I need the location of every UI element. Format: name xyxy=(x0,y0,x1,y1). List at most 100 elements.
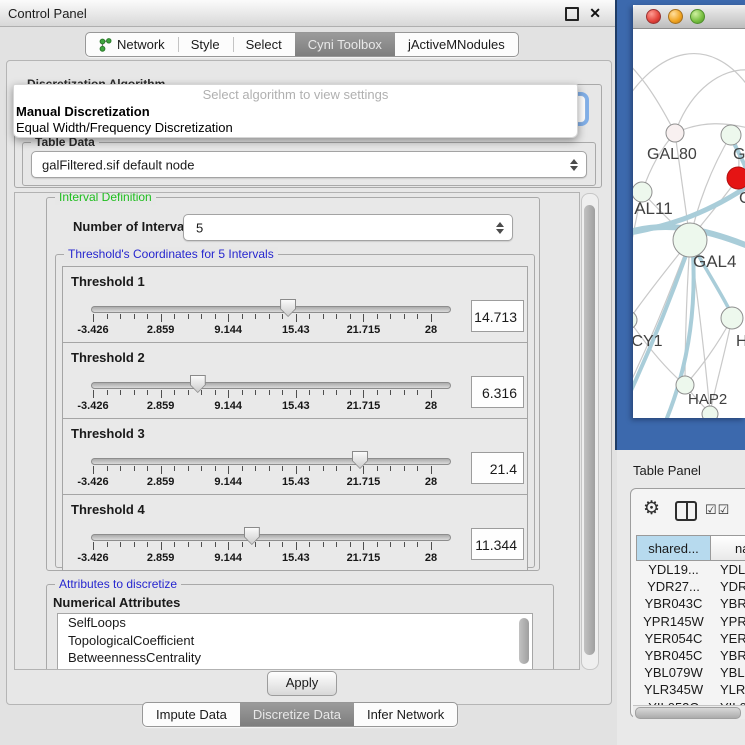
threshold-slider[interactable]: -3.4262.8599.14415.4321.71528 xyxy=(91,527,451,569)
table-row[interactable]: YLR345WYLR3 xyxy=(636,681,745,698)
cell-name[interactable]: YBL0 xyxy=(711,665,745,680)
tab-label: Discretize Data xyxy=(253,707,341,722)
control-panel-titlebar: Control Panel ✕ xyxy=(0,0,617,27)
minimize-traffic-light-icon[interactable] xyxy=(668,9,683,24)
cell-shared-name[interactable]: YBR043C xyxy=(636,596,711,611)
dropdown-option-equal-width[interactable]: Equal Width/Frequency Discretization xyxy=(16,120,575,135)
slider-handle[interactable] xyxy=(352,451,368,469)
slider-tick xyxy=(161,542,162,550)
cell-shared-name[interactable]: YDR27... xyxy=(636,579,711,594)
cell-shared-name[interactable]: YLR345W xyxy=(636,682,711,697)
attribute-item[interactable]: TopologicalCoefficient xyxy=(58,632,532,650)
tab-infer-network[interactable]: Infer Network xyxy=(354,703,457,726)
slider-tick xyxy=(134,542,135,547)
tab-select[interactable]: Select xyxy=(233,33,295,56)
slider-tick xyxy=(255,390,256,395)
table-row[interactable]: YDR27...YDR2 xyxy=(636,578,745,595)
tab-discretize-data[interactable]: Discretize Data xyxy=(240,703,354,726)
tab-cyni-toolbox[interactable]: Cyni Toolbox xyxy=(295,33,395,56)
number-of-intervals-combobox[interactable]: 5 xyxy=(183,214,513,241)
slider-axis-label: 2.859 xyxy=(147,552,175,564)
network-node[interactable] xyxy=(721,307,743,329)
settings-scrollbar[interactable] xyxy=(581,193,599,670)
network-node[interactable] xyxy=(721,125,741,145)
tab-style[interactable]: Style xyxy=(178,33,233,56)
cell-name[interactable]: YPR1 xyxy=(711,614,745,629)
tab-impute-data[interactable]: Impute Data xyxy=(143,703,240,726)
cell-name[interactable]: YER0 xyxy=(711,631,745,646)
attribute-item[interactable]: BetweennessCentrality xyxy=(58,649,532,667)
table-row[interactable]: YPR145WYPR1 xyxy=(636,613,745,630)
cell-shared-name[interactable]: YBR045C xyxy=(636,648,711,663)
network-edge[interactable] xyxy=(633,60,675,133)
threshold-slider[interactable]: -3.4262.8599.14415.4321.71528 xyxy=(91,375,451,417)
gear-icon[interactable]: ⚙ xyxy=(643,497,660,520)
tab-label: Infer Network xyxy=(367,707,444,722)
slider-tick xyxy=(309,542,310,547)
table-row[interactable]: YBR043CYBR0 xyxy=(636,595,745,612)
threshold-row: Threshold 3-3.4262.8599.14415.4321.71528… xyxy=(62,418,528,495)
tab-network[interactable]: Network xyxy=(86,33,178,56)
attributes-group: Attributes to discretize Numerical Attri… xyxy=(46,584,554,670)
columns-icon[interactable] xyxy=(675,501,697,521)
settings-scroll-area[interactable]: Interval Definition Number of Intervals … xyxy=(14,192,580,670)
float-window-icon[interactable] xyxy=(565,7,579,21)
dropdown-option-manual[interactable]: Manual Discretization xyxy=(16,104,575,119)
slider-tick xyxy=(93,390,94,398)
cell-name[interactable]: YBR0 xyxy=(711,596,745,611)
slider-handle[interactable] xyxy=(190,375,206,393)
slider-tick xyxy=(296,466,297,474)
cell-shared-name[interactable]: YDL19... xyxy=(636,562,711,577)
tab-jactivemnodules[interactable]: jActiveMNodules xyxy=(395,33,518,56)
threshold-value-field[interactable]: 21.4 xyxy=(471,452,524,484)
threshold-value-field[interactable]: 11.344 xyxy=(471,528,524,560)
node-table[interactable]: shared... na YDL19...YDL1YDR27...YDR2YBR… xyxy=(636,535,745,716)
interval-definition-group: Interval Definition Number of Intervals … xyxy=(46,197,540,571)
slider-tick xyxy=(417,314,418,319)
slider-tick xyxy=(269,466,270,471)
column-header-name[interactable]: na xyxy=(710,535,745,561)
cell-name[interactable]: YDL1 xyxy=(711,562,745,577)
network-canvas[interactable]: GAL80GACGAL11GAL4GCY1HAHAP2 xyxy=(633,28,745,418)
panel-title: Control Panel xyxy=(8,6,87,21)
zoom-traffic-light-icon[interactable] xyxy=(690,9,705,24)
slider-tick xyxy=(363,466,364,474)
cell-name[interactable]: YDR2 xyxy=(711,579,745,594)
slider-tick xyxy=(363,314,364,322)
cell-shared-name[interactable]: YER054C xyxy=(636,631,711,646)
cell-name[interactable]: YBR0 xyxy=(711,648,745,663)
top-tabstrip: NetworkStyleSelectCyni ToolboxjActiveMNo… xyxy=(85,32,519,57)
threshold-value-field[interactable]: 14.713 xyxy=(471,300,524,332)
cell-shared-name[interactable]: YPR145W xyxy=(636,614,711,629)
attribute-item[interactable]: SelfLoops xyxy=(58,614,532,632)
cell-name[interactable]: YLR3 xyxy=(711,682,745,697)
numerical-attributes-list[interactable]: SelfLoopsTopologicalCoefficientBetweenne… xyxy=(57,613,533,670)
table-data-combobox[interactable]: galFiltered.sif default node xyxy=(31,151,587,178)
apply-button[interactable]: Apply xyxy=(267,671,337,696)
table-row[interactable]: YBR045CYBR0 xyxy=(636,647,745,664)
list-scrollbar-thumb[interactable] xyxy=(519,618,529,664)
table-hscrollbar-thumb[interactable] xyxy=(635,707,741,719)
slider-tick xyxy=(215,466,216,471)
network-node[interactable] xyxy=(727,167,745,189)
table-row[interactable]: YBL079WYBL0 xyxy=(636,664,745,681)
threshold-value-field[interactable]: 6.316 xyxy=(471,376,524,408)
slider-handle[interactable] xyxy=(244,527,260,545)
network-node[interactable] xyxy=(666,124,684,142)
network-node[interactable] xyxy=(633,311,637,329)
table-hscrollbar[interactable] xyxy=(633,705,745,719)
cell-shared-name[interactable]: YBL079W xyxy=(636,665,711,680)
select-columns-checkboxes-icon[interactable]: ☑☑ xyxy=(705,502,730,518)
table-row[interactable]: YER054CYER0 xyxy=(636,630,745,647)
table-row[interactable]: YDL19...YDL1 xyxy=(636,561,745,578)
close-traffic-light-icon[interactable] xyxy=(646,9,661,24)
threshold-slider[interactable]: -3.4262.8599.14415.4321.71528 xyxy=(91,299,451,341)
dropdown-hint-item[interactable]: Select algorithm to view settings xyxy=(14,87,577,102)
slider-tick xyxy=(282,466,283,471)
threshold-slider[interactable]: -3.4262.8599.14415.4321.71528 xyxy=(91,451,451,493)
slider-tick xyxy=(93,542,94,550)
column-header-shared[interactable]: shared... xyxy=(636,535,711,561)
close-icon[interactable]: ✕ xyxy=(589,5,601,22)
network-window[interactable]: GAL80GACGAL11GAL4GCY1HAHAP2 xyxy=(633,5,745,418)
settings-scrollbar-thumb[interactable] xyxy=(584,205,595,655)
